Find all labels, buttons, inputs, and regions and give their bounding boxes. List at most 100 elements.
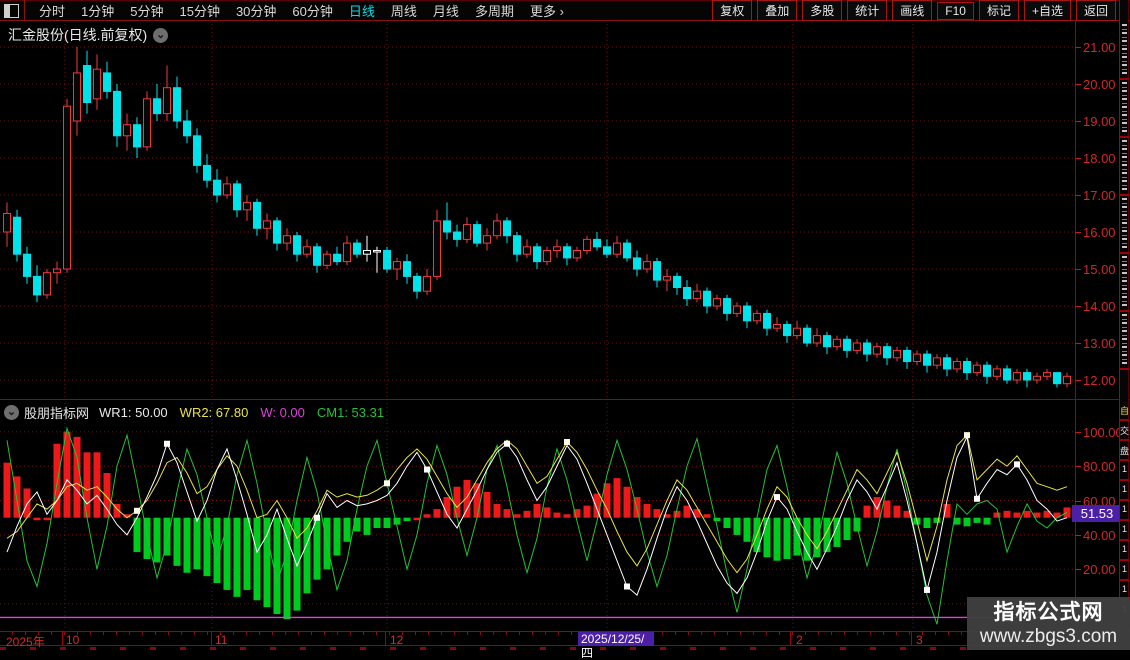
candle (4, 214, 11, 233)
candle (824, 336, 831, 347)
indicator-bar (1014, 513, 1021, 518)
toolbar-item-6[interactable]: 日线 (341, 1, 383, 20)
candle (544, 251, 551, 262)
candle (574, 251, 581, 258)
candle (34, 276, 41, 295)
toolbar-item-5[interactable]: 60分钟 (284, 1, 340, 20)
date-label: 10 (66, 633, 79, 647)
toolbar-button-3[interactable]: 统计 (847, 0, 887, 21)
strip-char: 1 (1120, 484, 1129, 494)
candle (64, 106, 71, 269)
candle (784, 325, 791, 336)
indicator-bar (34, 518, 41, 521)
indicator-bar (674, 511, 681, 518)
toolbar-item-7[interactable]: 周线 (383, 1, 425, 20)
candle (474, 225, 481, 244)
current-value-badge: 51.53 (1072, 505, 1122, 522)
candle (114, 91, 121, 135)
candle (514, 236, 521, 255)
candle (1034, 376, 1041, 380)
strip-char: 1 (1120, 564, 1129, 574)
indicator-bar (624, 487, 631, 518)
indicator-bar (734, 518, 741, 535)
toolbar-button-2[interactable]: 多股 (802, 0, 842, 21)
candle (204, 165, 211, 180)
candle (254, 202, 261, 228)
candle (14, 217, 21, 254)
toolbar-item-0[interactable]: 分时 (31, 1, 73, 20)
toolbar-button-8[interactable]: 返回 (1076, 0, 1116, 21)
indicator-bar (154, 518, 161, 563)
indicator-bar (484, 492, 491, 518)
right-edge-strip[interactable]: 自交盘11111111 (1119, 0, 1129, 650)
indicator-var-0: WR1: 50.00 (99, 405, 168, 420)
candle (554, 247, 561, 251)
date-cell-border (211, 632, 212, 646)
toolbar-item-8[interactable]: 月线 (425, 1, 467, 20)
toolbar-item-1[interactable]: 1分钟 (73, 1, 122, 20)
indicator-panel-canvas[interactable] (0, 400, 1075, 631)
toolbar-button-4[interactable]: 画线 (892, 0, 932, 21)
strip-char: 1 (1120, 464, 1129, 474)
candle (364, 251, 371, 255)
toolbar-button-6[interactable]: 标记 (979, 0, 1019, 21)
candle (924, 354, 931, 365)
candle (724, 299, 731, 314)
indicator-bar (874, 497, 881, 518)
axis-tick (1075, 158, 1081, 159)
indicator-bar (94, 452, 101, 517)
candle (984, 365, 991, 376)
indicator-bar (364, 518, 371, 535)
indicator-bar (994, 513, 1001, 518)
candle (1014, 373, 1021, 380)
indicator-bar (504, 509, 511, 518)
indicator-bar (984, 518, 991, 525)
axis-tick (1075, 343, 1081, 344)
candle (84, 66, 91, 103)
indicator-bar (274, 518, 281, 614)
toolbar-button-0[interactable]: 复权 (712, 0, 752, 21)
indicator-bar (64, 432, 71, 518)
date-axis-ticks (0, 632, 1075, 635)
date-cell-border (911, 632, 912, 646)
chevron-down-icon[interactable]: ⌄ (4, 405, 19, 420)
candle (974, 365, 981, 372)
toolbar-item-9[interactable]: 多周期 (467, 1, 522, 20)
toolbar-button-5[interactable]: F10 (937, 2, 974, 20)
layout-toggle-icon[interactable] (4, 4, 19, 18)
toolbar-item-4[interactable]: 30分钟 (228, 1, 284, 20)
indicator-bar (534, 504, 541, 518)
indicator-bar (434, 509, 441, 518)
indicator-bar (584, 506, 591, 518)
chevron-down-icon[interactable]: ⌄ (153, 28, 168, 43)
candle (44, 273, 51, 295)
candle (774, 325, 781, 329)
candle (1064, 376, 1071, 383)
price-label: 15.00 (1083, 262, 1116, 277)
toolbar-button-1[interactable]: 叠加 (757, 0, 797, 21)
indicator-bar (194, 518, 201, 570)
indicator-bar (304, 518, 311, 594)
candle (164, 88, 171, 114)
indicator-header: ⌄ 股朋指标网 WR1: 50.00WR2: 67.80W: 0.00CM1: … (4, 403, 396, 422)
toolbar-item-2[interactable]: 5分钟 (122, 1, 171, 20)
candle (284, 236, 291, 243)
toolbar-item-10[interactable]: 更多 › (522, 1, 572, 20)
candle (244, 202, 251, 209)
candle (124, 125, 131, 136)
indicator-bar (394, 518, 401, 525)
candle (154, 99, 161, 114)
toolbar-button-7[interactable]: +自选 (1024, 0, 1071, 21)
indicator-bar (454, 487, 461, 518)
axis-tick (1075, 232, 1081, 233)
candle (674, 276, 681, 287)
indicator-bar (404, 518, 411, 521)
toolbar-item-3[interactable]: 15分钟 (171, 1, 227, 20)
price-label: 13.00 (1083, 336, 1116, 351)
candle (964, 362, 971, 373)
indicator-bar (774, 518, 781, 561)
candlestick-chart-canvas[interactable] (0, 22, 1075, 400)
candle (344, 243, 351, 262)
candle (54, 269, 61, 273)
indicator-bar (24, 488, 31, 517)
